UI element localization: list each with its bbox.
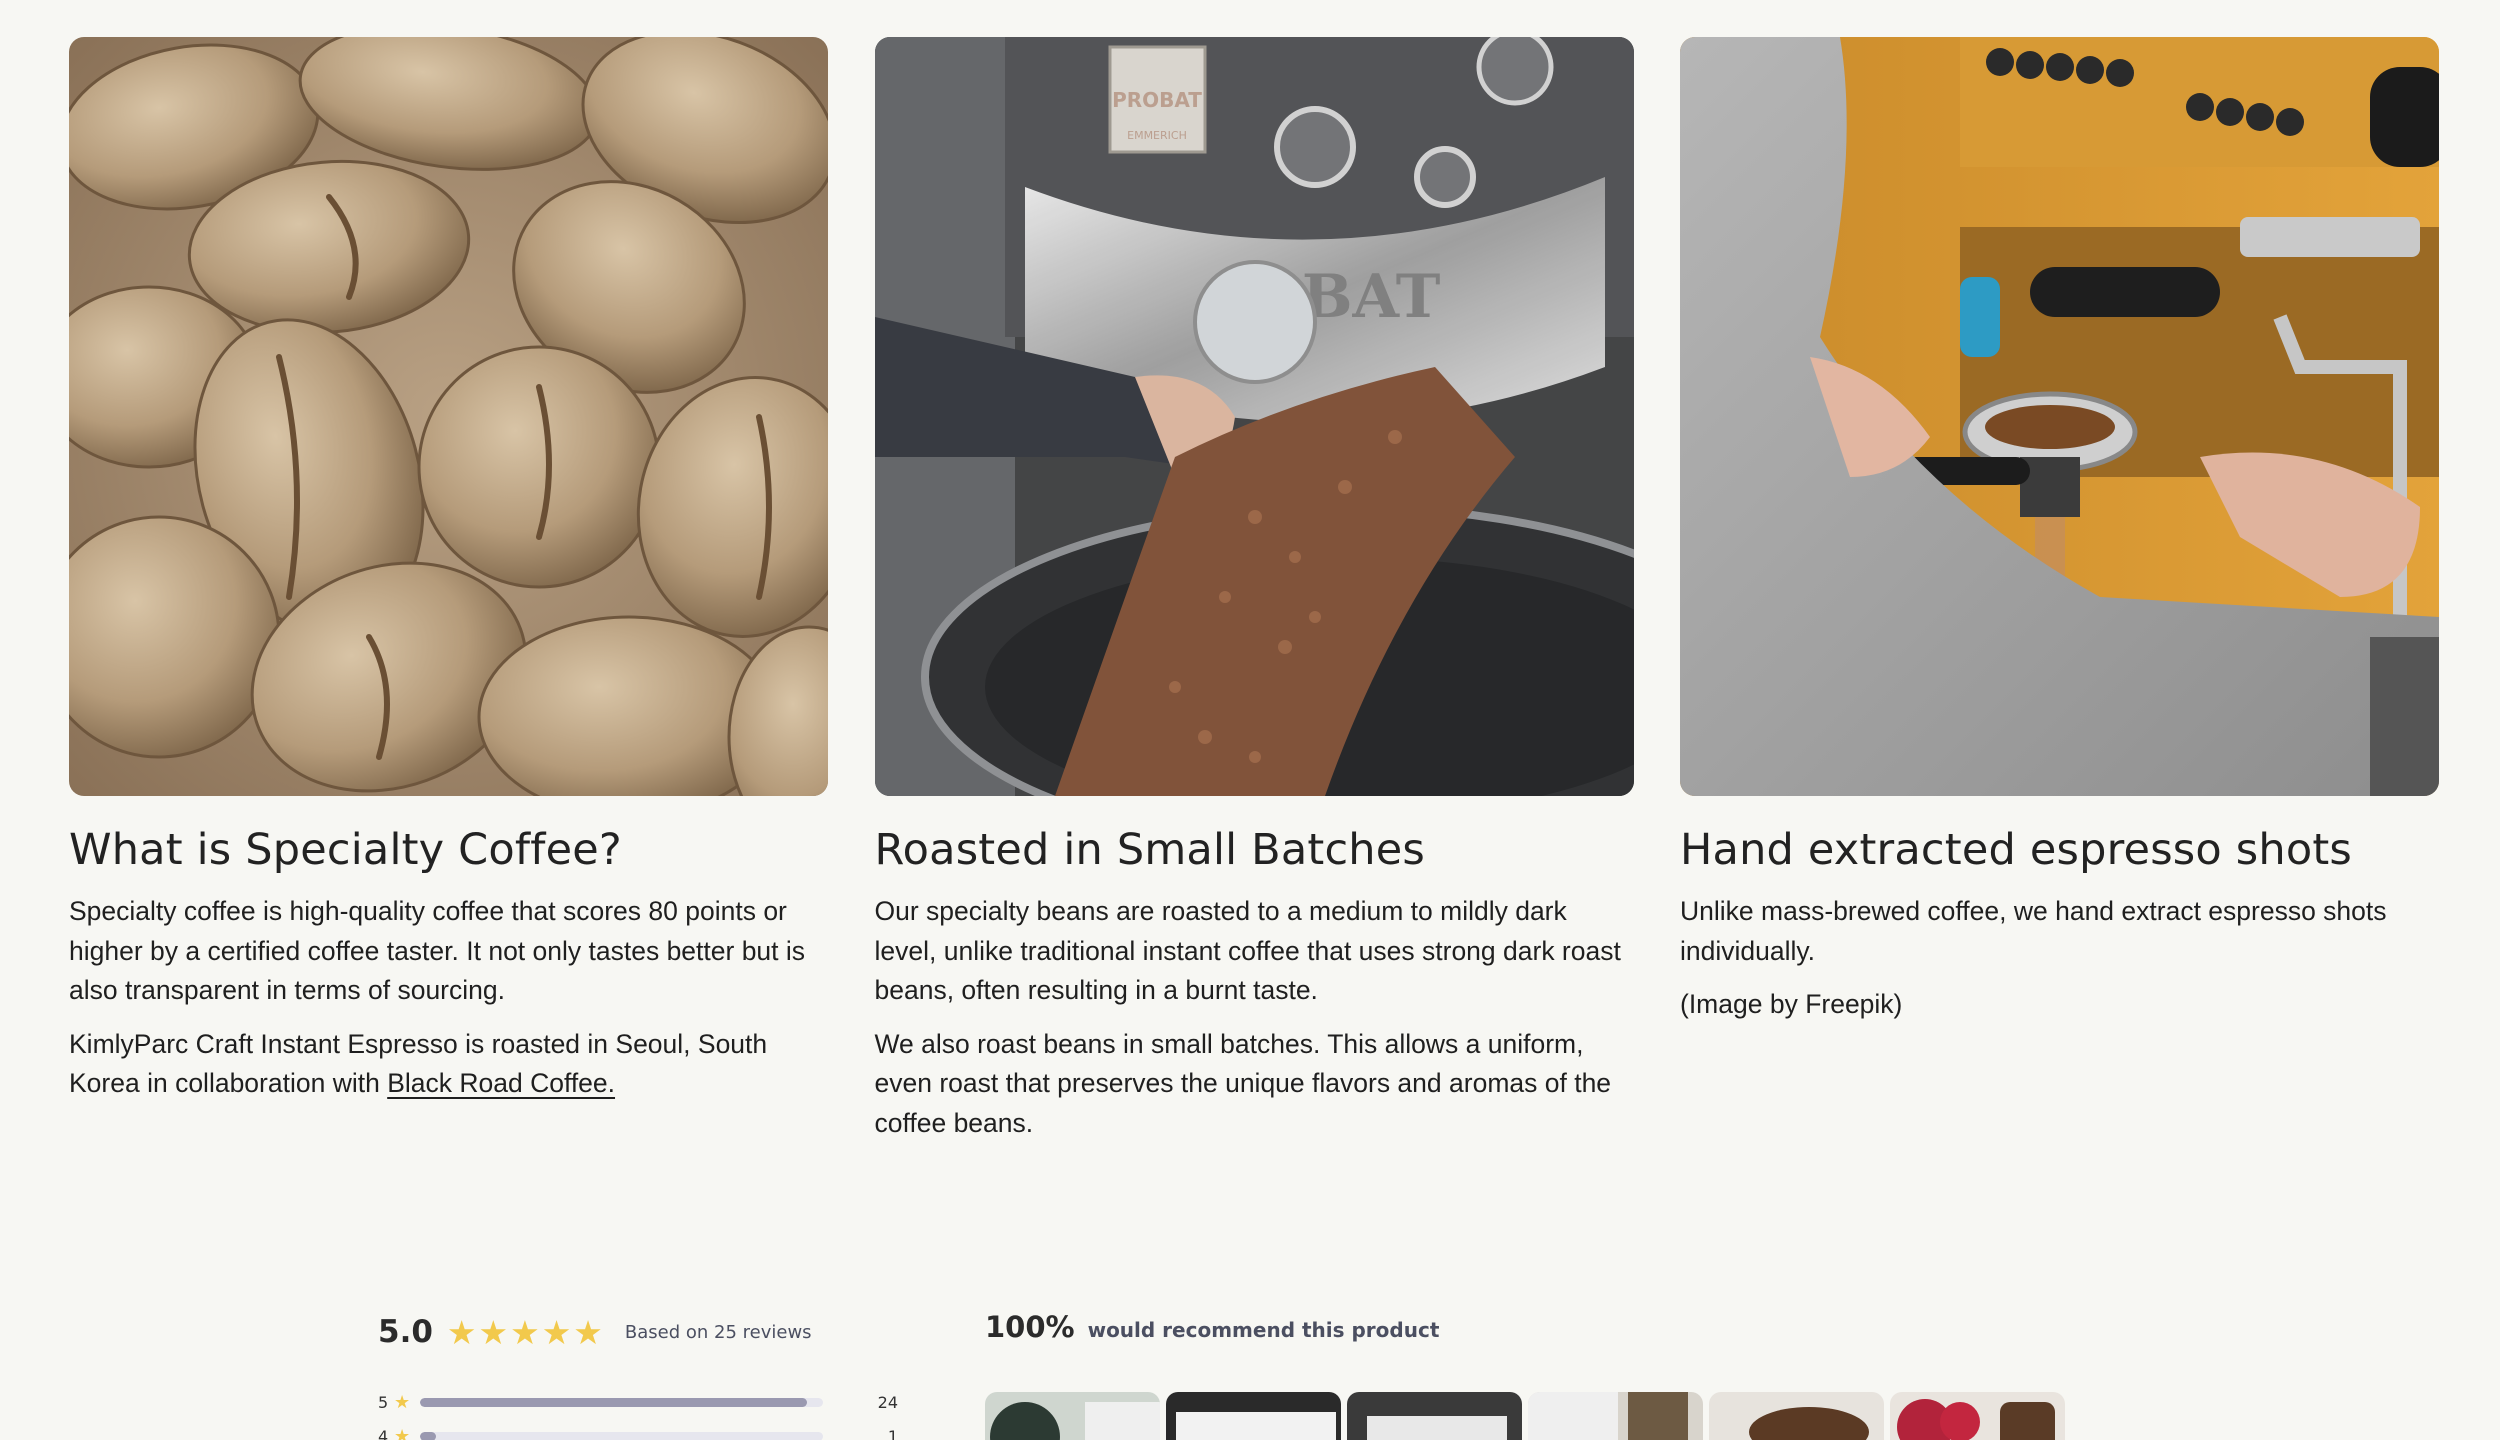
card-paragraph: KimlyParc Craft Instant Espresso is roas… — [69, 1025, 828, 1104]
review-photo-thumbnail[interactable] — [1709, 1392, 1884, 1440]
rating-bar-5[interactable]: 5 ★ 24 — [378, 1392, 898, 1413]
review-photo-thumbnail[interactable] — [1166, 1392, 1341, 1440]
feature-card-specialty: What is Specialty Coffee? Specialty coff… — [69, 37, 828, 1157]
espresso-machine-image — [1680, 37, 2439, 796]
star-icon: ★ — [541, 1313, 572, 1351]
recommend-summary: 100% would recommend this product — [985, 1310, 1439, 1344]
bar-track — [420, 1432, 823, 1440]
average-rating: 5.0 — [378, 1314, 433, 1350]
feature-card-espresso: Hand extracted espresso shots Unlike mas… — [1680, 37, 2439, 1157]
review-photo-thumbnail[interactable] — [985, 1392, 1160, 1440]
review-count: Based on 25 reviews — [624, 1321, 812, 1343]
card-title: What is Specialty Coffee? — [69, 825, 622, 875]
star-icon: ★ — [478, 1313, 509, 1351]
recommend-text: would recommend this product — [1087, 1318, 1440, 1342]
star-icon: ★ — [394, 1392, 411, 1412]
rating-bar-4[interactable]: 4 ★ 1 — [378, 1426, 898, 1440]
review-photo-thumbnail[interactable] — [1347, 1392, 1522, 1440]
review-photo-thumbnail[interactable] — [1528, 1392, 1703, 1440]
bar-count: 24 — [877, 1393, 898, 1412]
image-credit: (Image by Freepik) — [1680, 989, 1903, 1019]
bar-stars-label: 4 — [378, 1427, 389, 1440]
card-paragraph: Unlike mass-brewed coffee, we hand extra… — [1680, 896, 2387, 966]
feature-cards: What is Specialty Coffee? Specialty coff… — [69, 37, 2439, 1157]
star-icon: ★ — [394, 1426, 411, 1440]
star-icon: ★ — [446, 1313, 477, 1351]
feature-card-roasted: PROBAT EMMERICH OBAT Roasted in Small Ba… — [874, 37, 1634, 1157]
bar-count: 1 — [887, 1427, 898, 1440]
coffee-roaster-image: PROBAT EMMERICH OBAT — [874, 37, 1634, 796]
black-road-coffee-link[interactable]: Black Road Coffee. — [387, 1068, 615, 1098]
bar-fill — [420, 1432, 437, 1440]
bar-track — [420, 1398, 823, 1407]
review-photo-strip — [985, 1392, 2065, 1440]
card-paragraph: We also roast beans in small batches. Th… — [874, 1028, 1612, 1138]
card-title: Roasted in Small Batches — [874, 825, 1426, 875]
rating-stars: ★ ★ ★ ★ ★ — [447, 1316, 603, 1349]
recommend-percent: 100% — [985, 1310, 1075, 1344]
review-photo-thumbnail[interactable] — [1890, 1392, 2065, 1440]
card-paragraph: Specialty coffee is high-quality coffee … — [69, 896, 806, 1005]
bar-fill — [420, 1398, 807, 1407]
star-icon: ★ — [510, 1313, 540, 1351]
reviews-section: 5.0 ★ ★ ★ ★ ★ Based on 25 reviews 5 ★ 24… — [378, 1300, 2078, 1440]
card-body: Our specialty beans are roasted to a med… — [875, 892, 1634, 1143]
review-summary: 5.0 ★ ★ ★ ★ ★ Based on 25 reviews — [378, 1310, 898, 1354]
green-coffee-beans-image — [69, 37, 828, 796]
average-rating-row: 5.0 ★ ★ ★ ★ ★ Based on 25 reviews — [378, 1310, 898, 1354]
card-body: Specialty coffee is high-quality coffee … — [69, 892, 828, 1104]
bar-stars-label: 5 — [378, 1393, 389, 1412]
card-title: Hand extracted espresso shots — [1680, 825, 2353, 875]
star-icon: ★ — [573, 1313, 603, 1351]
card-body: Unlike mass-brewed coffee, we hand extra… — [1680, 892, 2439, 1025]
card-paragraph: Our specialty beans are roasted to a med… — [874, 896, 1621, 1005]
